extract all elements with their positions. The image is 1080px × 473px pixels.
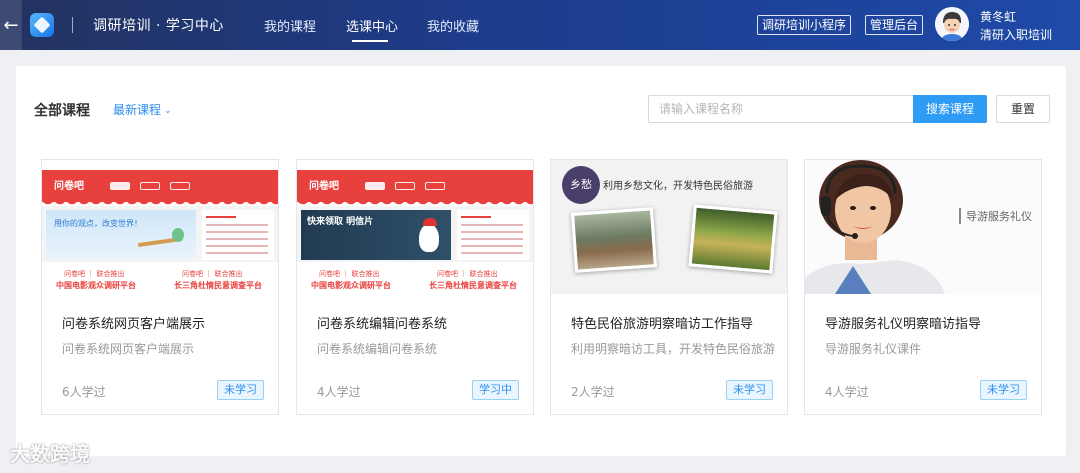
thumb-brand: 问卷吧	[54, 181, 84, 192]
course-description: 利用明察暗访工具，开发特色民俗旅游	[571, 342, 776, 356]
header-divider	[72, 17, 73, 33]
search-input[interactable]	[648, 95, 914, 123]
thumb-caption: 利用乡愁文化，开发特色民俗旅游	[603, 181, 753, 192]
course-thumbnail[interactable]: 导游服务礼仪	[805, 160, 1041, 294]
learner-count: 4人学过	[317, 385, 361, 399]
course-title[interactable]: 导游服务礼仪明察暗访指导	[825, 313, 981, 332]
course-title[interactable]: 问卷系统网页客户端展示	[62, 313, 205, 332]
thumb-banner-text: 用你的观点，改变世界！	[54, 219, 142, 228]
learner-count: 4人学过	[825, 385, 869, 399]
course-card[interactable]: 乡愁 利用乡愁文化，开发特色民俗旅游 特色民俗旅游明察暗访工作指导 利用明察暗访…	[550, 159, 788, 415]
sort-dropdown[interactable]: 最新课程 ⌄	[113, 101, 172, 118]
watermark: 大数跨境	[10, 442, 90, 466]
course-description: 问卷系统编辑问卷系统	[317, 342, 438, 356]
thumb-photo	[688, 204, 778, 274]
status-badge: 未学习	[980, 380, 1027, 400]
course-title[interactable]: 问卷系统编辑问卷系统	[317, 313, 447, 332]
thumb-banner-text: 快来领取 明信片	[307, 217, 374, 227]
thumb-caption: 导游服务礼仪	[959, 208, 1032, 224]
active-tab-indicator	[352, 40, 388, 42]
sort-label: 最新课程	[113, 103, 162, 117]
course-description: 导游服务礼仪课件	[825, 342, 922, 356]
app-title: 调研培训 · 学习中心	[93, 18, 224, 34]
thumb-photo	[571, 207, 657, 273]
user-org: 清研入职培训	[980, 28, 1053, 42]
course-thumbnail[interactable]: 乡愁 利用乡愁文化，开发特色民俗旅游	[551, 160, 787, 294]
thumb-badge: 乡愁	[562, 166, 600, 204]
learner-count: 6人学过	[62, 385, 106, 399]
tab-my-favorites[interactable]: 我的收藏	[427, 16, 479, 35]
admin-button[interactable]: 管理后台	[865, 15, 924, 35]
course-panel: 全部课程 最新课程⌄ 搜索课程 重置 问卷吧 用你的观点，改变世界！	[16, 66, 1066, 456]
course-thumbnail[interactable]: 问卷吧 快来领取 明信片 问卷吧 ｜ 联合推出 问卷吧 ｜ 联合推出 中国电影观…	[297, 160, 533, 294]
learner-count: 2人学过	[571, 385, 615, 399]
course-thumbnail[interactable]: 问卷吧 用你的观点，改变世界！ 问卷吧 ｜ 联合推出 问卷吧 ｜ 联合推出 中国…	[42, 160, 278, 294]
mini-program-button[interactable]: 调研培训小程序	[757, 15, 852, 35]
tab-course-center[interactable]: 选课中心	[346, 16, 398, 35]
course-card[interactable]: 问卷吧 用你的观点，改变世界！ 问卷吧 ｜ 联合推出 问卷吧 ｜ 联合推出 中国…	[41, 159, 279, 415]
tab-my-courses[interactable]: 我的课程	[264, 16, 316, 35]
status-badge: 未学习	[217, 380, 264, 400]
user-name[interactable]: 黄冬虹	[980, 8, 1016, 25]
avatar[interactable]	[935, 7, 969, 41]
thumb-tagline-right: 长三角杜情民意调查平台	[174, 281, 262, 290]
course-title[interactable]: 特色民俗旅游明察暗访工作指导	[571, 313, 753, 332]
cube-logo-icon[interactable]	[30, 13, 54, 37]
search-button[interactable]: 搜索课程	[913, 95, 987, 123]
section-title: 全部课程	[34, 103, 90, 119]
thumb-tagline-left: 中国电影观众调研平台	[311, 281, 391, 290]
agent-photo	[805, 160, 945, 294]
thumb-brand: 问卷吧	[309, 181, 339, 192]
thumb-tagline-left: 中国电影观众调研平台	[56, 281, 136, 290]
thumb-tagline-right: 长三角杜情民意调查平台	[429, 281, 517, 290]
status-badge: 未学习	[726, 380, 773, 400]
course-card[interactable]: 问卷吧 快来领取 明信片 问卷吧 ｜ 联合推出 问卷吧 ｜ 联合推出 中国电影观…	[296, 159, 534, 415]
course-card[interactable]: 导游服务礼仪 导游服务礼仪明察暗访指导 导游服务礼仪课件 4人学过 未学习	[804, 159, 1042, 415]
course-description: 问卷系统网页客户端展示	[62, 342, 195, 356]
reset-button[interactable]: 重置	[996, 95, 1050, 123]
status-badge: 学习中	[472, 380, 519, 400]
arrow-left-icon[interactable]: ←	[0, 0, 22, 50]
top-header: ← 调研培训 · 学习中心 我的课程 选课中心 我的收藏 调研培训小程序 管理后…	[0, 0, 1080, 50]
chevron-down-icon: ⌄	[164, 106, 172, 116]
